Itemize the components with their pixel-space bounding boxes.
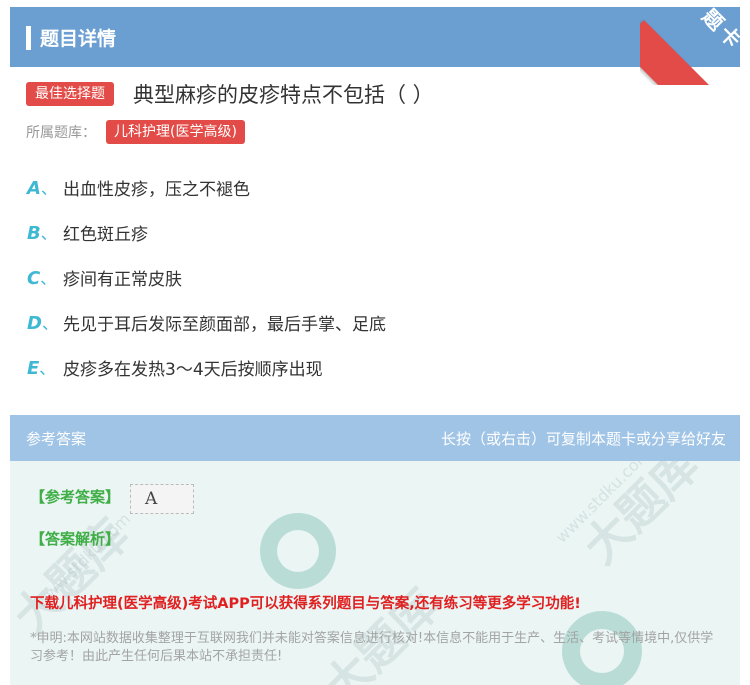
question-type-badge: 最佳选择题 [26, 82, 114, 106]
answer-section-title: 参考答案 [26, 430, 87, 448]
option-e[interactable]: E、 皮疹多在发热3～4天后按顺序出现 [27, 354, 323, 380]
explanation-label: 【答案解析】 [30, 530, 121, 548]
corner-ribbon: 题卡 [640, 0, 750, 85]
option-b[interactable]: B、 红色斑丘疹 [27, 219, 148, 245]
question-bank-tag[interactable]: 儿科护理(医学高级) [106, 120, 245, 144]
question-bank-label: 所属题库： [26, 125, 96, 141]
watermark-text: 大题库 [313, 578, 450, 685]
answer-section-header: 参考答案 长按（或右击）可复制本题卡或分享给好友 [10, 415, 740, 461]
option-d[interactable]: D、 先见于耳后发际至颜面部，最后手掌、足底 [27, 309, 386, 335]
option-text: 红色斑丘疹 [63, 224, 148, 245]
option-a[interactable]: A、 出血性皮疹，压之不褪色 [27, 174, 250, 200]
option-letter: B、 [27, 223, 57, 244]
page-title: 题目详情 [40, 28, 117, 50]
option-text: 疹间有正常皮肤 [63, 269, 182, 290]
share-hint: 长按（或右击）可复制本题卡或分享给好友 [440, 430, 726, 448]
option-letter: A、 [27, 178, 57, 199]
question-text: 典型麻疹的皮疹特点不包括（ ） [133, 83, 434, 107]
option-letter: C、 [27, 268, 57, 289]
option-c[interactable]: C、 疹间有正常皮肤 [27, 264, 182, 290]
option-text: 皮疹多在发热3～4天后按顺序出现 [63, 359, 323, 380]
disclaimer-text: *申明:本网站数据收集整理于互联网我们并未能对答案信息进行核对!本信息不能用于生… [30, 631, 714, 664]
option-letter: E、 [27, 358, 56, 379]
ribbon-label: 题卡 [697, 4, 749, 56]
option-letter: D、 [27, 313, 58, 334]
answer-label: 【参考答案】 [30, 488, 121, 506]
option-text: 出血性皮疹，压之不褪色 [63, 179, 250, 200]
app-download-promo[interactable]: 下载儿科护理(医学高级)考试APP可以获得系列题目与答案,还有练习等更多学习功能… [30, 592, 581, 613]
option-text: 先见于耳后发际至颜面部，最后手掌、足底 [63, 314, 386, 335]
answer-value-image: A [130, 484, 194, 514]
watermark-logo-icon [260, 513, 336, 589]
question-card: 题目详情 题卡 最佳选择题 典型麻疹的皮疹特点不包括（ ） 所属题库： 儿科护理… [0, 0, 750, 685]
header-bar: 题目详情 [10, 7, 740, 67]
header-accent-bar [26, 26, 31, 50]
